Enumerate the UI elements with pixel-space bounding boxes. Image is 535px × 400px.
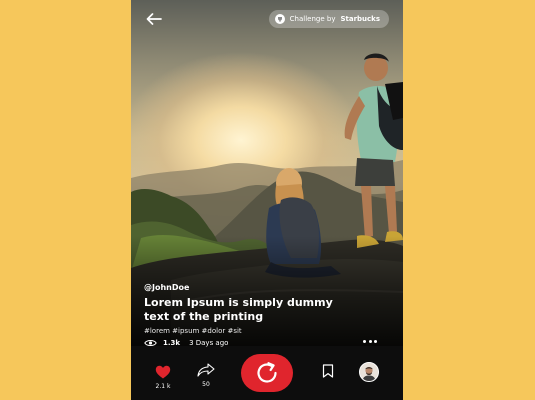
challenge-prefix: Challenge by [289,15,336,23]
share-count: 50 [202,381,210,388]
dot-icon [374,339,377,343]
trophy-icon [274,14,285,24]
heart-icon [155,365,171,379]
back-button[interactable] [143,10,165,28]
user-avatar-icon [360,363,378,381]
like-count: 2.1 k [155,383,171,390]
like-button[interactable]: 2.1 k [151,365,175,390]
post-info: @JohnDoe Lorem Ipsum is simply dummy tex… [144,283,394,347]
arrow-left-icon [146,13,162,25]
challenge-badge[interactable]: Challenge by Starbucks [268,10,389,28]
dot-icon [363,339,366,343]
post-username[interactable]: @JohnDoe [144,283,394,292]
view-count: 1.3k [163,339,181,347]
post-caption: Lorem Ipsum is simply dummy text of the … [144,296,333,323]
avatar[interactable] [359,362,379,382]
dot-icon [368,339,372,343]
share-button[interactable]: 50 [194,363,218,388]
record-button[interactable] [241,354,293,392]
post-time: 3 Days ago [189,339,229,347]
bookmark-icon[interactable] [322,364,334,378]
eye-icon [144,339,157,347]
action-bar: 2.1 k 50 [131,350,403,400]
challenge-brand: Starbucks [340,15,380,23]
share-icon [197,363,215,377]
post-meta: 1.3k 3 Days ago [144,339,394,347]
more-options-button[interactable] [363,339,377,343]
refresh-icon [257,362,277,383]
phone-screen: Challenge by Starbucks @JohnDoe Lorem Ips… [131,0,403,400]
post-hashtags[interactable]: #lorem #ipsum #dolor #sit [144,327,394,335]
